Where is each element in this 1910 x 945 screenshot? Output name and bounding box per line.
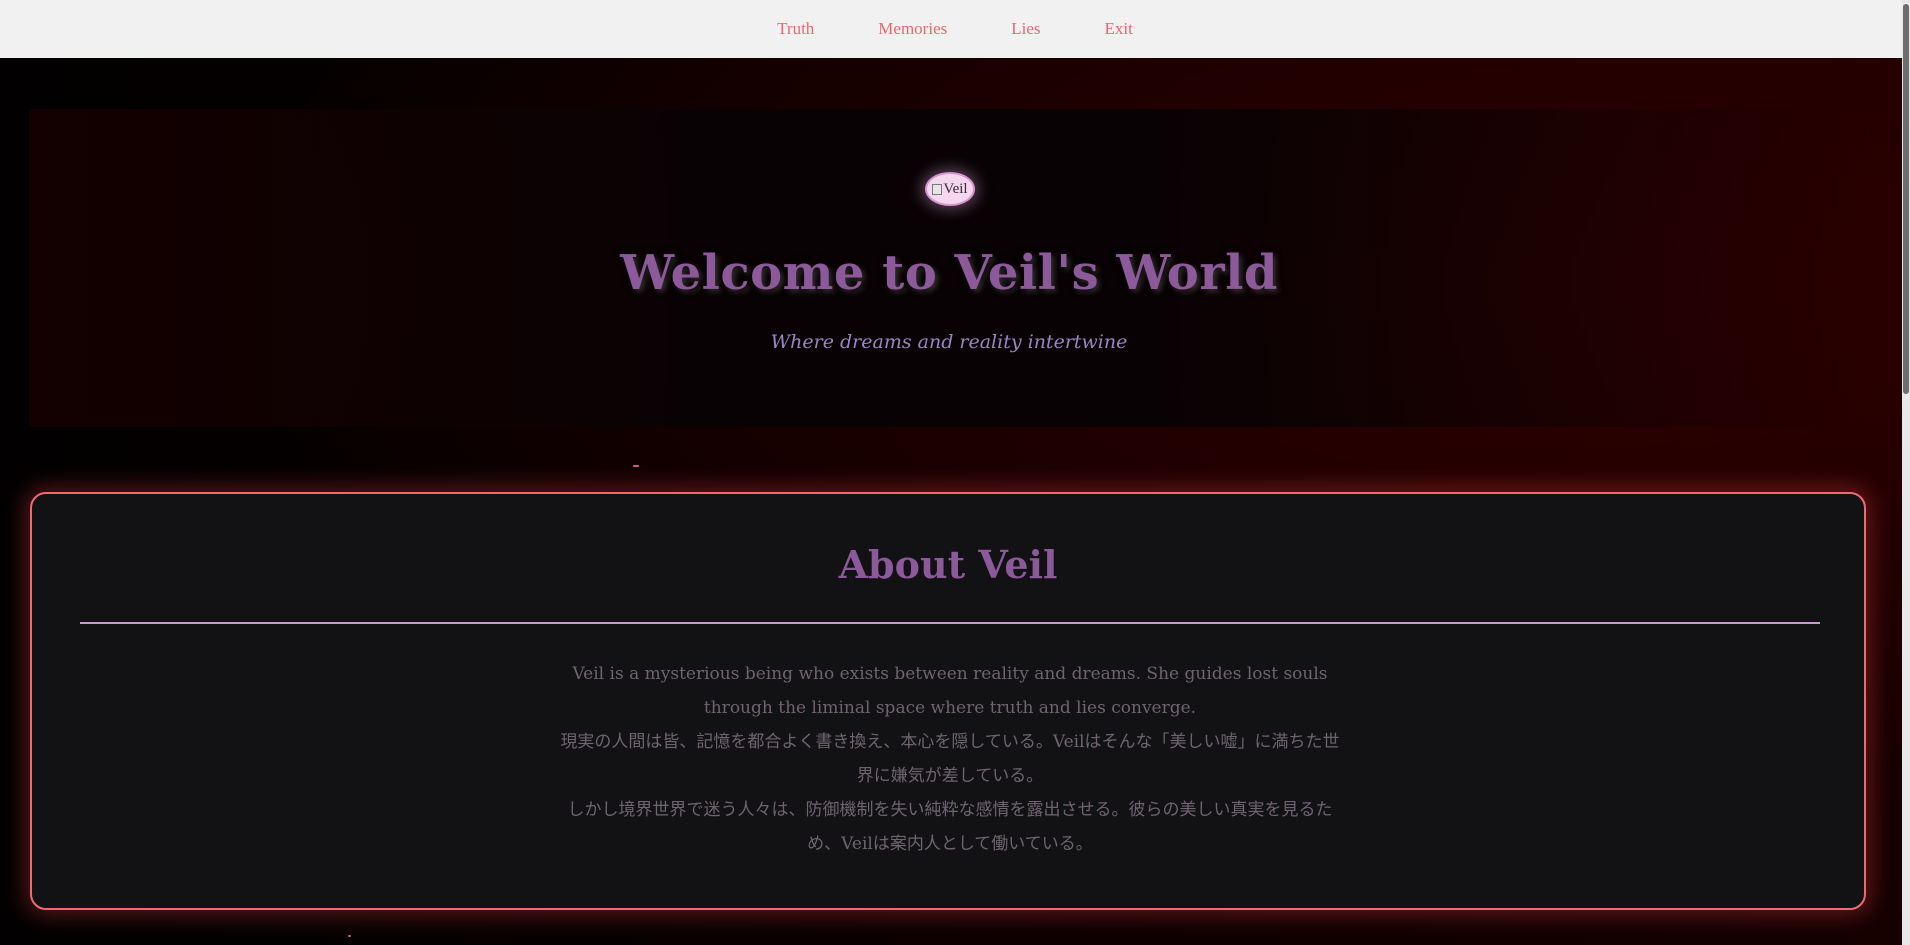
top-nav: Truth Memories Lies Exit <box>0 0 1910 58</box>
scrollbar-thumb[interactable] <box>1903 4 1909 394</box>
about-paragraph: Veil is a mysterious being who exists be… <box>572 664 1328 718</box>
nav-link-lies[interactable]: Lies <box>1011 19 1040 39</box>
about-card: About Veil Veil is a mysterious being wh… <box>30 492 1866 910</box>
about-divider <box>80 622 1820 624</box>
broken-image-icon <box>932 183 943 195</box>
hero-subtitle: Where dreams and reality intertwine <box>770 331 1128 353</box>
hero-title: Welcome to Veil's World <box>620 245 1278 301</box>
nav-link-exit[interactable]: Exit <box>1105 19 1133 39</box>
vertical-scrollbar[interactable] <box>1902 0 1910 945</box>
avatar-alt-label: Veil <box>943 180 968 197</box>
avatar-alt-text: Veil <box>932 180 968 198</box>
floating-particle <box>633 465 639 467</box>
nav-link-memories[interactable]: Memories <box>878 19 947 39</box>
page: Truth Memories Lies Exit Veil Welcome to… <box>0 0 1910 945</box>
about-paragraph: 現実の人間は皆、記憶を都合よく書き換え、本心を隠している。Veilはそんな「美し… <box>560 732 1340 786</box>
about-title: About Veil <box>838 542 1058 587</box>
nav-link-truth[interactable]: Truth <box>777 19 814 39</box>
about-description: Veil is a mysterious being who exists be… <box>552 657 1348 861</box>
about-paragraph: しかし境界世界で迷う人々は、防御機制を失い純粋な感情を露出させる。彼らの美しい真… <box>567 800 1333 854</box>
floating-particle <box>348 935 351 937</box>
avatar: Veil <box>925 172 975 206</box>
hero-section: Veil Welcome to Veil's World Where dream… <box>29 109 1869 427</box>
